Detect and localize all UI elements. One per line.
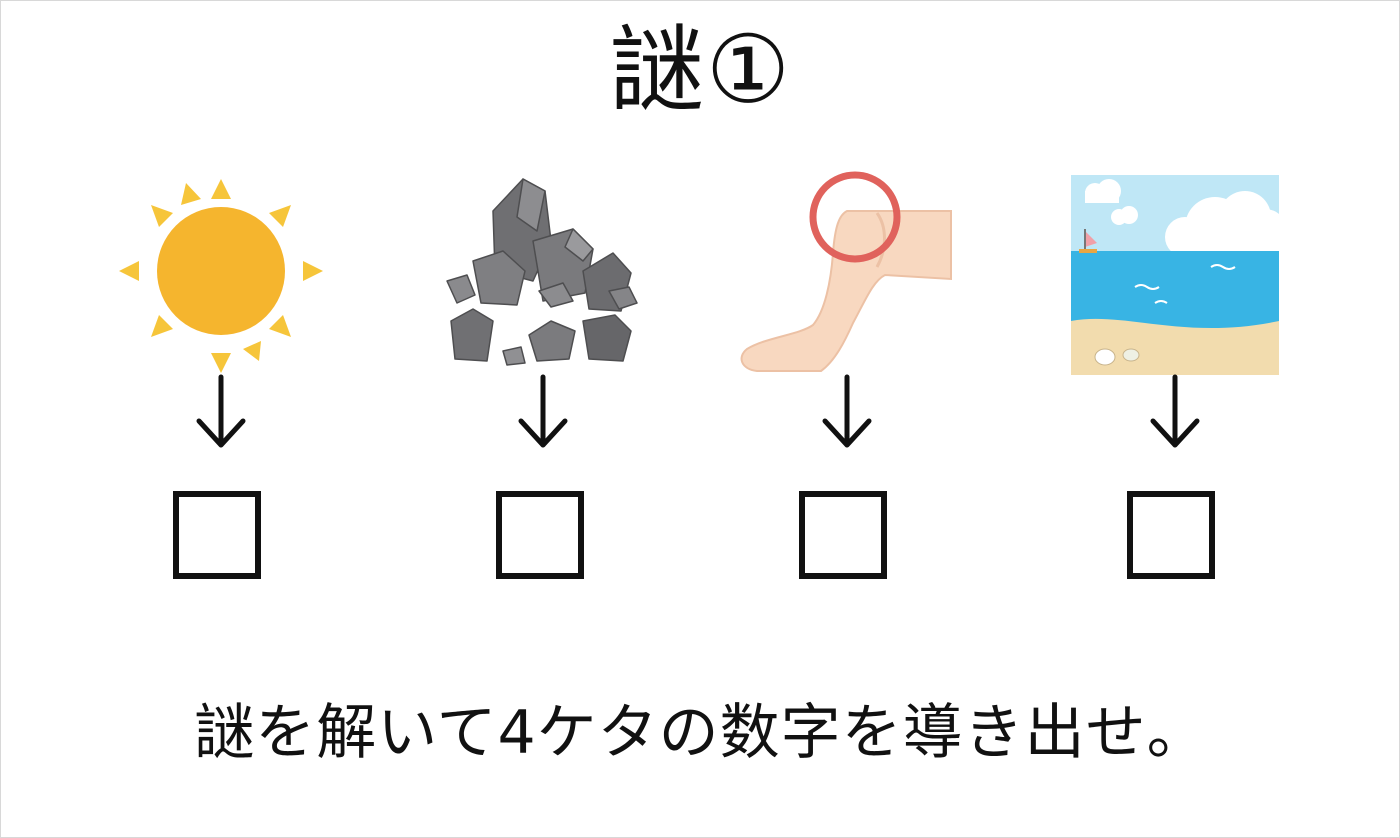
sun-icon xyxy=(111,171,331,381)
answer-box-2[interactable] xyxy=(496,491,584,579)
clue-column-3 xyxy=(737,171,957,601)
arrow-down-icon xyxy=(822,374,872,448)
knee-icon xyxy=(737,171,957,381)
down-arrow-2 xyxy=(433,371,653,451)
arrow-down-icon xyxy=(196,374,246,448)
down-arrow-3 xyxy=(737,371,957,451)
arrow-down-icon xyxy=(1150,374,1200,448)
clue-column-4 xyxy=(1065,171,1285,601)
down-arrow-1 xyxy=(111,371,331,451)
rocks-icon xyxy=(433,171,653,381)
puzzle-slide: 謎① 謎を解いて4ケタの数字を導き出せ。 xyxy=(0,0,1400,838)
answer-box-3[interactable] xyxy=(799,491,887,579)
arrow-down-icon xyxy=(518,374,568,448)
answer-box-4[interactable] xyxy=(1127,491,1215,579)
answer-box-1[interactable] xyxy=(173,491,261,579)
down-arrow-4 xyxy=(1065,371,1285,451)
page-title: 謎① xyxy=(609,16,793,125)
clue-column-1 xyxy=(111,171,331,601)
instruction-text: 謎を解いて4ケタの数字を導き出せ。 xyxy=(194,698,1208,768)
clue-column-2 xyxy=(433,171,653,601)
sea-icon xyxy=(1065,171,1285,381)
